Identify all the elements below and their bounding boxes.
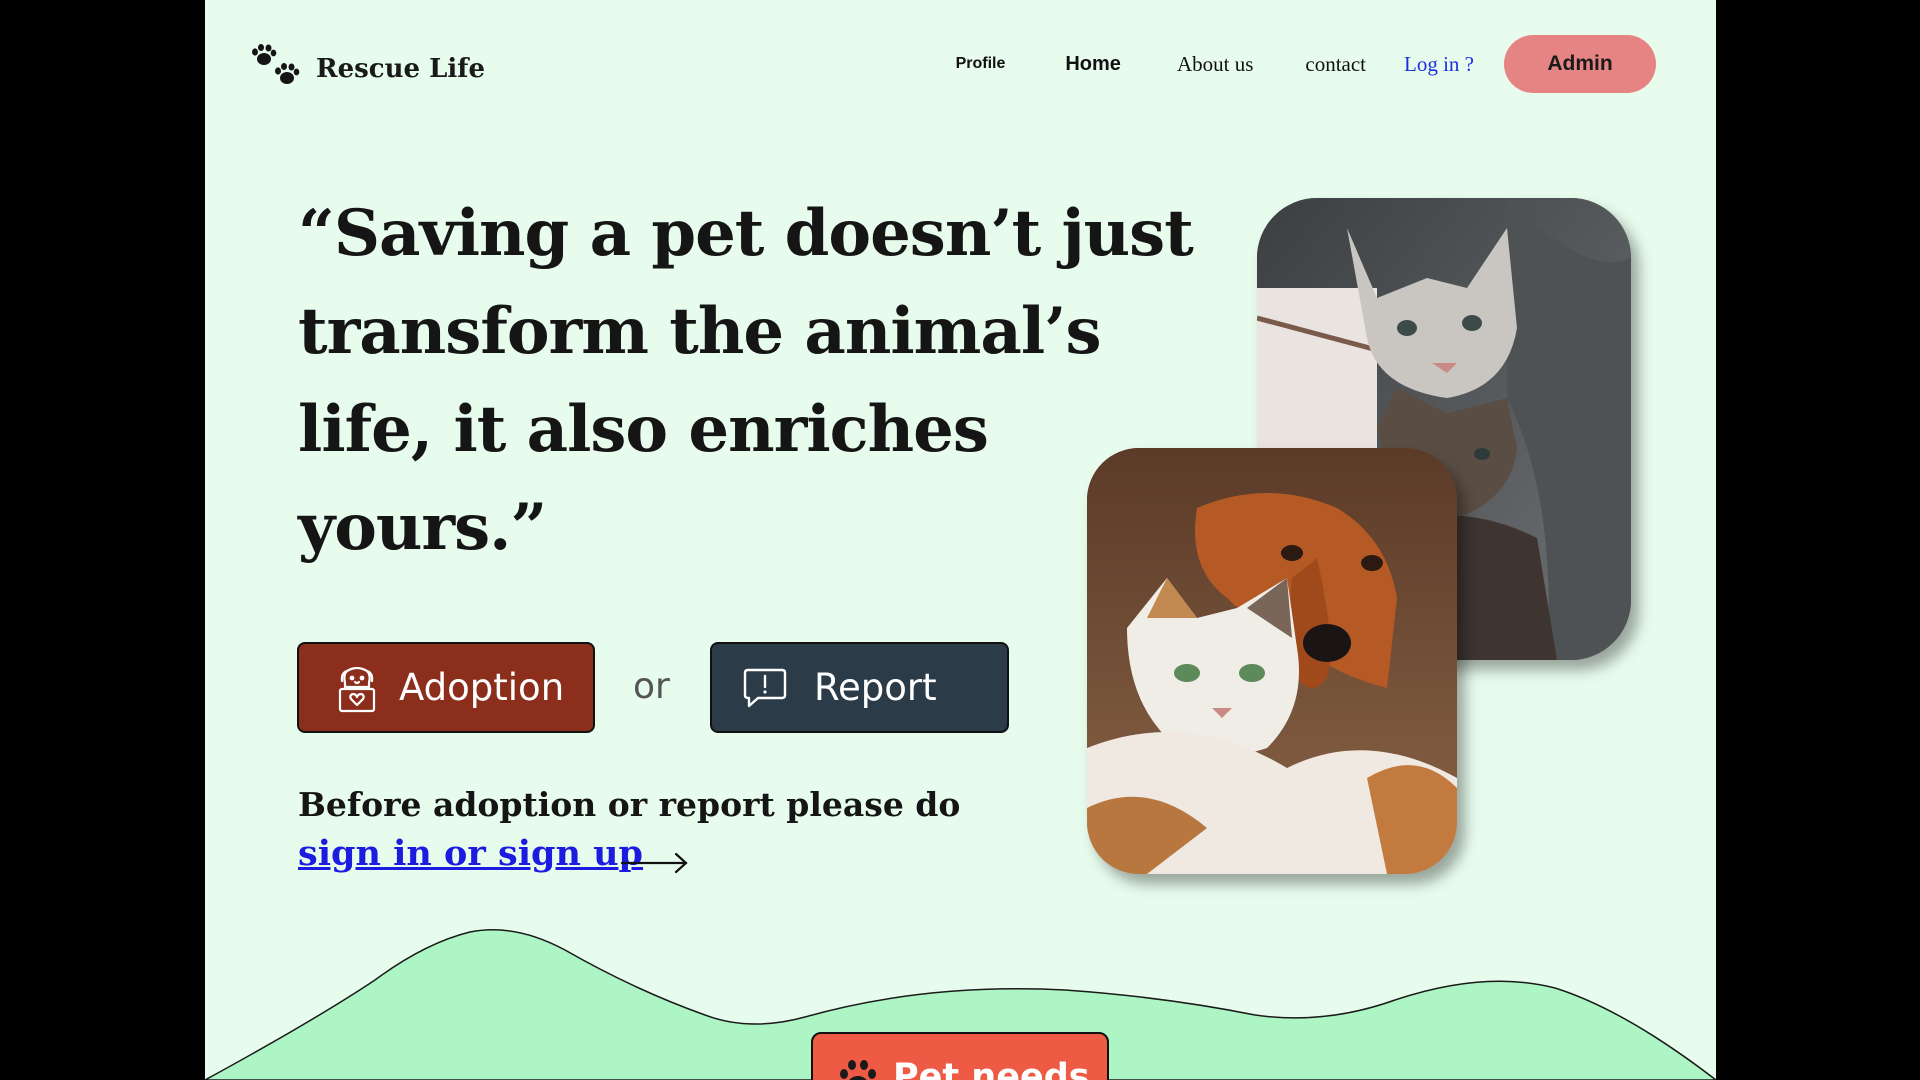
nav-profile-link[interactable]: Profile bbox=[956, 55, 1006, 73]
adoption-button-label: Adoption bbox=[399, 666, 565, 709]
dog-and-cat-photo bbox=[1087, 448, 1457, 874]
hero-quote: “Saving a pet doesn’t just transform the… bbox=[298, 196, 1194, 565]
adoption-button[interactable]: Adoption bbox=[297, 642, 595, 733]
report-button[interactable]: Report bbox=[710, 642, 1009, 733]
admin-button[interactable]: Admin bbox=[1504, 35, 1656, 93]
signin-note: Before adoption or report please do bbox=[298, 785, 961, 824]
nav-about-link[interactable]: About us bbox=[1177, 52, 1253, 77]
main-nav: Profile Home About us contact Log in ? A… bbox=[956, 35, 1656, 93]
nav-contact-link[interactable]: contact bbox=[1305, 52, 1366, 77]
pet-needs-label: Pet needs bbox=[893, 1057, 1090, 1080]
arrow-right-icon[interactable] bbox=[620, 851, 690, 880]
nav-login-link[interactable]: Log in ? bbox=[1404, 52, 1474, 77]
dog-heart-box-icon bbox=[335, 663, 379, 713]
report-button-label: Report bbox=[814, 666, 937, 709]
paw-prints-icon bbox=[250, 44, 302, 93]
alert-message-icon bbox=[742, 667, 788, 709]
paw-icon bbox=[835, 1056, 881, 1080]
brand-name: Rescue Life bbox=[316, 53, 485, 84]
nav-home-link[interactable]: Home bbox=[1065, 53, 1121, 76]
landing-page: Rescue Life Profile Home About us contac… bbox=[205, 0, 1716, 1080]
pet-needs-button[interactable]: Pet needs bbox=[811, 1032, 1109, 1080]
or-separator: or bbox=[633, 666, 670, 707]
brand-logo[interactable]: Rescue Life bbox=[250, 44, 485, 93]
signin-link[interactable]: sign in or sign up bbox=[298, 833, 643, 874]
